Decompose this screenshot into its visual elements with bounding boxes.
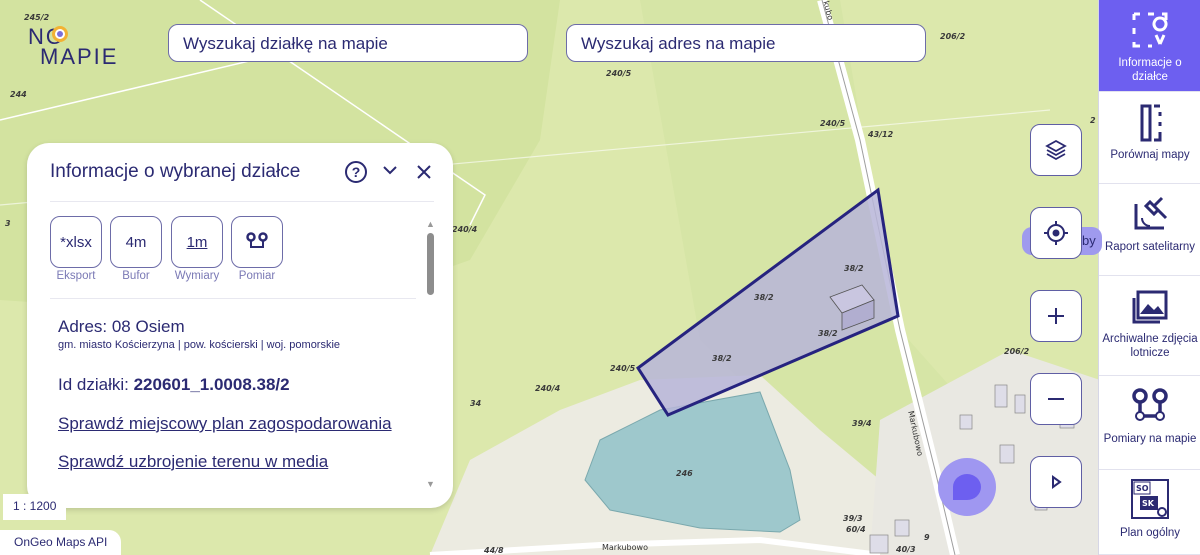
zoom-out-button[interactable] <box>1030 373 1082 425</box>
parcel-label: 38/2 <box>818 329 838 338</box>
parcel-label: 40/3 <box>896 545 916 554</box>
parcel-label: 38/2 <box>754 293 774 302</box>
svg-text:SO: SO <box>1136 484 1149 493</box>
divider <box>50 201 434 202</box>
link-local-plan[interactable]: Sprawdź miejscowy plan zagospodarowania <box>58 414 392 434</box>
right-toolbar: Informacje o działce Porównaj mapy Rapor… <box>1098 0 1200 555</box>
plot-info-panel: Informacje o wybranej działce ? *xlsx Ek… <box>27 143 453 508</box>
tool-plot-info[interactable]: Informacje o działce <box>1099 0 1200 92</box>
parcel-label: 240/5 <box>820 119 846 128</box>
play-icon <box>1052 475 1062 489</box>
scroll-up-icon[interactable]: ▲ <box>426 219 435 229</box>
parcel-label: 43/12 <box>868 130 894 139</box>
parcel-label: 34 <box>470 399 482 408</box>
parcel-label: 60/4 <box>846 525 866 534</box>
panel-title: Informacje o wybranej działce <box>50 161 301 182</box>
parcel-label: 38/2 <box>712 354 732 363</box>
compare-maps-icon <box>1140 104 1162 142</box>
map-attribution[interactable]: OnGeo Maps API <box>0 530 122 555</box>
close-icon[interactable] <box>415 157 433 188</box>
logo-text-bottom: MAPIE <box>40 44 119 69</box>
minus-icon <box>1048 398 1064 400</box>
scroll-down-icon[interactable]: ▼ <box>426 479 435 489</box>
satellite-icon <box>1134 196 1168 230</box>
help-icon[interactable]: ? <box>345 161 367 183</box>
administrative-units: gm. miasto Kościerzyna | pow. kościerski… <box>58 339 341 351</box>
parcel-label: 38/2 <box>844 264 864 273</box>
parcel-label: 240/4 <box>452 225 478 234</box>
buffer-button[interactable]: 4m <box>110 216 162 268</box>
tool-label: Porównaj mapy <box>1110 149 1190 161</box>
link-utilities[interactable]: Sprawdź uzbrojenie terenu w media <box>58 452 328 472</box>
export-xlsx-button[interactable]: *xlsx <box>50 216 102 268</box>
general-plan-icon: SO SK <box>1131 479 1169 519</box>
parcel-label: 2 <box>1090 116 1096 125</box>
svg-text:SK: SK <box>1142 499 1155 508</box>
map-scale: 1 : 1200 <box>3 494 67 520</box>
tool-measure[interactable]: Pomiary na mapie <box>1099 376 1200 470</box>
address-text: Adres: 08 Osiem <box>58 317 185 336</box>
archive-photo-icon <box>1132 290 1168 324</box>
plot-info-icon <box>1132 12 1168 48</box>
measure-pins-icon <box>246 232 268 248</box>
tool-label: Archiwalne zdjęcia lotnicze <box>1102 333 1198 360</box>
tool-label: Informacje o działce <box>1118 57 1182 84</box>
tool-label: Plan ogólny <box>1119 527 1181 539</box>
action-label: Eksport <box>56 270 96 282</box>
zoom-in-button[interactable] <box>1030 290 1082 342</box>
chat-button[interactable] <box>938 458 996 516</box>
scroll-thumb[interactable] <box>427 233 434 295</box>
parcel-label: 9 <box>924 533 930 542</box>
expand-controls-button[interactable] <box>1030 456 1082 508</box>
layers-icon <box>1045 139 1067 161</box>
measure-icon <box>1132 388 1168 421</box>
tool-label: Pomiary na mapie <box>1103 433 1197 445</box>
parcel-label: 206/2 <box>940 32 966 41</box>
tool-compare-maps[interactable]: Porównaj mapy <box>1099 92 1200 184</box>
plot-id: Id działki: 220601_1.0008.38/2 <box>58 375 290 395</box>
parcel-label: 246 <box>676 469 693 478</box>
parcel-label: 44/8 <box>484 546 504 555</box>
search-plot-input[interactable]: Wyszukaj działkę na mapie <box>168 24 528 62</box>
app-logo[interactable]: NO MAPIE <box>24 22 144 72</box>
street-label: Markubowo <box>602 543 648 552</box>
panel-scrollbar[interactable]: ▲ ▼ <box>425 219 437 489</box>
parcel-label: 240/5 <box>606 69 632 78</box>
plus-icon <box>1048 308 1064 324</box>
divider <box>50 298 416 299</box>
tool-label: Raport satelitarny <box>1104 241 1196 253</box>
tool-archive-photos[interactable]: Archiwalne zdjęcia lotnicze <box>1099 276 1200 376</box>
crosshair-icon <box>1044 221 1068 245</box>
parcel-label: 240/5 <box>610 364 636 373</box>
geolocate-button[interactable] <box>1030 207 1082 259</box>
plot-id-value: 220601_1.0008.38/2 <box>133 375 290 394</box>
parcel-label: 3 <box>5 219 11 228</box>
parcel-label: 39/3 <box>843 514 863 523</box>
dimensions-button[interactable]: 1m <box>171 216 223 268</box>
action-label: Wymiary <box>174 270 220 282</box>
measure-button[interactable] <box>231 216 283 268</box>
parcel-label: 240/4 <box>535 384 561 393</box>
search-address-input[interactable]: Wyszukaj adres na mapie <box>566 24 926 62</box>
logo-pin-icon <box>52 26 68 42</box>
parcel-label: 206/2 <box>1004 347 1030 356</box>
collapse-chevron-icon[interactable] <box>381 161 399 184</box>
plot-id-label: Id działki: <box>58 375 134 394</box>
action-label: Bufor <box>122 270 150 282</box>
tool-satellite-report[interactable]: Raport satelitarny <box>1099 184 1200 276</box>
parcel-label: 39/4 <box>852 419 872 428</box>
parcel-label: 245/2 <box>24 13 50 22</box>
action-label: Pomiar <box>238 270 276 282</box>
layers-button[interactable] <box>1030 124 1082 176</box>
parcel-label: 244 <box>10 90 27 99</box>
chat-bubble-icon <box>953 474 981 500</box>
tool-general-plan[interactable]: SO SK Plan ogólny <box>1099 470 1200 555</box>
